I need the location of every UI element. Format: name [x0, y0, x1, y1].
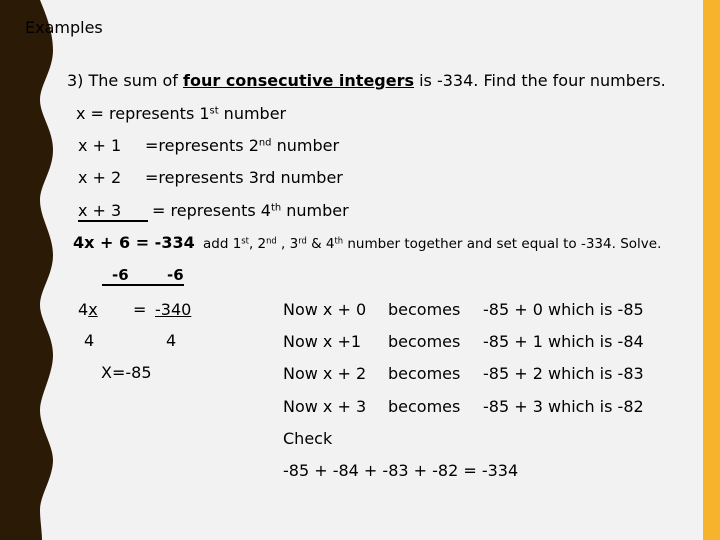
definition-second-rest: number [271, 136, 340, 155]
definition-fourth-rest: number [281, 201, 349, 220]
sub-becomes: becomes [388, 397, 461, 416]
sub-now: Now x +1 [283, 332, 362, 351]
note-part: , 2 [248, 236, 267, 252]
definition-first-rest: number [218, 104, 287, 123]
step-left: 4x [78, 300, 98, 320]
note-part: , 3 [276, 236, 299, 252]
definition-first-sup: st [209, 105, 219, 117]
sub-calc: -85 + 0 which is -85 [483, 300, 644, 319]
sub-calc: -85 + 2 which is -83 [483, 364, 644, 383]
definition-third-label: =represents 3rd number [145, 168, 343, 187]
definition-first: x = represents 1st number [76, 104, 286, 124]
definition-second-sup: nd [258, 137, 272, 149]
definition-fourth-label-text: = represents 4 [152, 201, 271, 220]
sub-now: Now x + 2 [283, 364, 367, 383]
divisor-left: 4 [84, 331, 95, 350]
sub-becomes: becomes [388, 364, 461, 383]
definition-second-label: =represents 2nd number [145, 136, 339, 156]
right-accent-bar [703, 0, 720, 540]
slide-title: Examples [25, 18, 103, 37]
definition-fourth-expr: x + 3 [78, 201, 122, 220]
definition-first-text: x = represents 1 [76, 104, 210, 123]
definition-fourth-label: = represents 4th number [152, 201, 349, 221]
problem-suffix: is -334. Find the four numbers. [414, 71, 666, 90]
step-left-variable: x [88, 300, 98, 319]
step-right: -340 [155, 300, 192, 319]
sub-calc: -85 + 1 which is -84 [483, 332, 644, 351]
problem-statement: 3) The sum of four consecutive integers … [67, 71, 666, 91]
left-wavy-border [0, 0, 53, 540]
subtract-underline [102, 284, 184, 286]
sub-now: Now x + 3 [283, 397, 367, 416]
divisor-right: 4 [166, 331, 177, 350]
main-equation: 4x + 6 = -334 [73, 233, 195, 252]
step-left-coefficient: 4 [78, 300, 89, 319]
check-label: Check [283, 429, 333, 448]
note-part: & 4 [306, 236, 335, 252]
note-sup: nd [266, 235, 277, 246]
definition-fourth-sup: th [270, 202, 282, 214]
note-sup: st [241, 235, 249, 246]
definition-second-expr: x + 1 [78, 136, 122, 155]
solution-result: X=-85 [101, 363, 152, 382]
note-sup: th [334, 235, 344, 246]
sub-calc: -85 + 3 which is -82 [483, 397, 644, 416]
subtract-right: -6 [167, 266, 184, 284]
equation-note: add 1st, 2nd , 3rd & 4th number together… [203, 234, 661, 254]
definition-third-expr: x + 2 [78, 168, 122, 187]
problem-emphasis: four consecutive integers [183, 71, 415, 90]
check-expression: -85 + -84 + -83 + -82 = -334 [283, 461, 519, 480]
subtract-left: -6 [112, 266, 129, 284]
note-part: number together and set equal to -334. S… [343, 236, 662, 252]
definition-second-label-text: =represents 2 [145, 136, 259, 155]
note-sup: rd [298, 235, 307, 246]
sub-becomes: becomes [388, 332, 461, 351]
definition-fourth-underline [78, 220, 148, 222]
problem-prefix: 3) The sum of [67, 71, 184, 90]
note-part: add 1 [203, 236, 242, 252]
sub-becomes: becomes [388, 300, 461, 319]
sub-now: Now x + 0 [283, 300, 367, 319]
step-equals: = [133, 300, 147, 319]
